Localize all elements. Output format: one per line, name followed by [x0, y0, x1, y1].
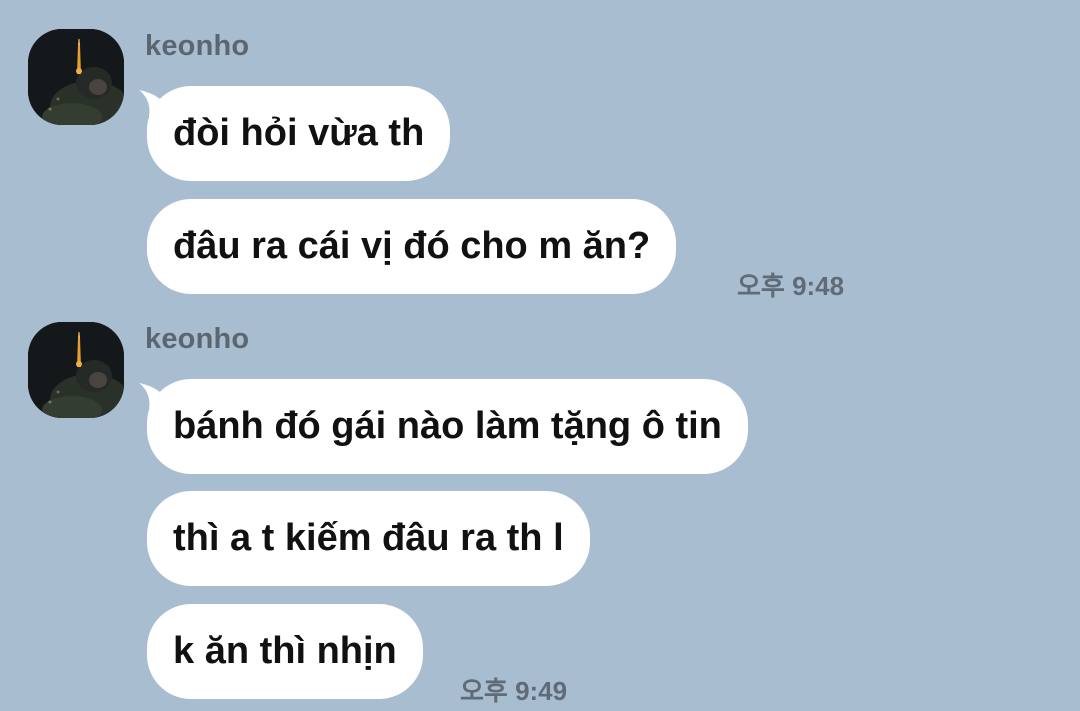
message-bubble[interactable]: bánh đó gái nào làm tặng ô tin [147, 379, 748, 474]
message-text: đâu ra cái vị đó cho m ăn? [173, 225, 651, 267]
profile-photo [28, 29, 124, 125]
sender-name: keonho [145, 323, 250, 355]
message-text: thì a t kiếm đâu ra th l [173, 517, 564, 559]
message-text: bánh đó gái nào làm tặng ô tin [173, 405, 722, 447]
sender-name: keonho [145, 30, 250, 62]
message-bubble[interactable]: thì a t kiếm đâu ra th l [147, 491, 590, 586]
message-text: đòi hỏi vừa th [173, 112, 425, 154]
profile-photo [28, 322, 124, 418]
message-timestamp: 오후 9:49 [460, 676, 568, 706]
message-bubble[interactable]: k ăn thì nhịn [147, 604, 423, 699]
message-text: k ăn thì nhịn [173, 630, 397, 672]
avatar[interactable] [28, 29, 124, 125]
message-timestamp: 오후 9:48 [737, 271, 845, 301]
avatar[interactable] [28, 322, 124, 418]
message-bubble[interactable]: đòi hỏi vừa th [147, 86, 451, 181]
message-bubble[interactable]: đâu ra cái vị đó cho m ăn? [147, 199, 677, 294]
